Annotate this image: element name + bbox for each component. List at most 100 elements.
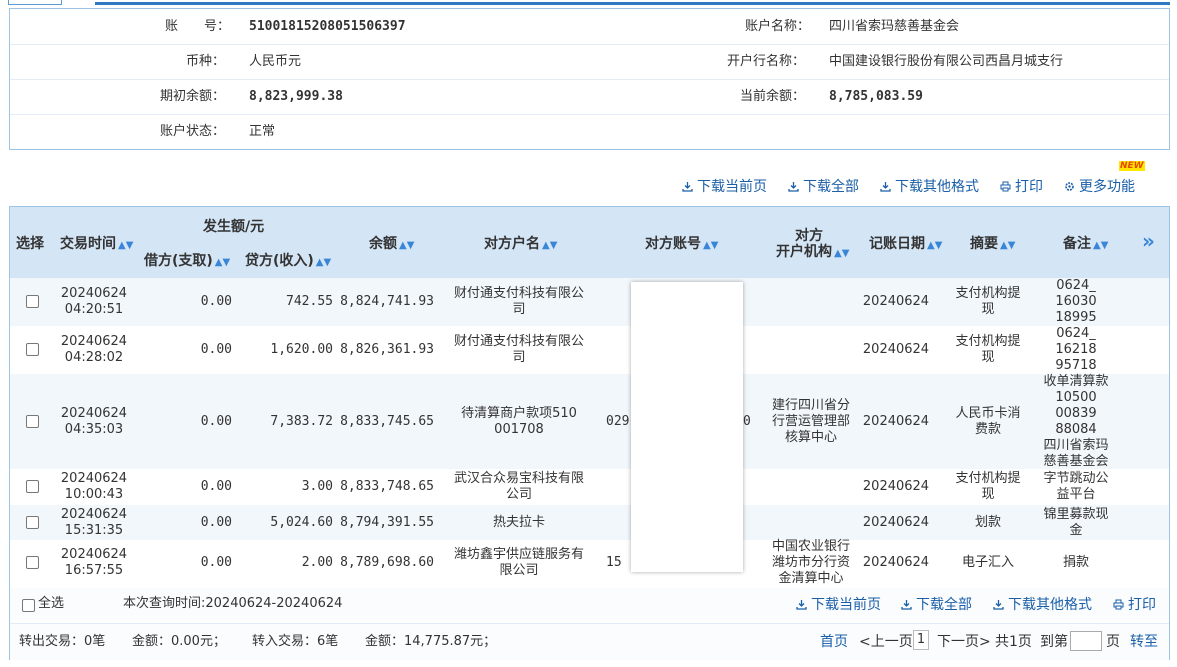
sort-icon: ▲▼	[1093, 240, 1109, 251]
cell-summary-line: 现	[981, 350, 995, 365]
table-row[interactable]: 20240624 10:00:43 0.00 3.00 8,833,748.65 武汉合众…	[10, 469, 1169, 505]
download-page-button[interactable]: 下载当前页	[682, 176, 767, 196]
col-summary-label: 摘要	[970, 236, 998, 252]
row-checkbox[interactable]	[26, 295, 39, 308]
prev-page-link[interactable]: <上一页	[859, 634, 913, 650]
cell-remark-line: 收单清算款	[1043, 374, 1109, 389]
cell-debit: 0.00	[200, 515, 232, 530]
footer-download-other-button[interactable]: 下载其他格式	[993, 594, 1092, 614]
footer-download-page-button[interactable]: 下载当前页	[796, 594, 881, 614]
cell-debit: 0.00	[200, 294, 232, 309]
cell-party-account-tail: 0	[743, 414, 751, 429]
col-remark[interactable]: 备注 ▲▼	[1063, 233, 1108, 253]
table-row[interactable]: 20240624 04:35:03 0.00 7,383.72 8,833,745.65…	[10, 374, 1169, 469]
cell-remark-line: 16030	[1055, 294, 1097, 309]
cell-remark-line: 慈善基金会	[1043, 454, 1109, 469]
col-party-bank[interactable]: 开户机构 ▲▼	[776, 241, 849, 261]
table-row[interactable]: 20240624 15:31:35 0.00 5,024.60 8,794,391.55…	[10, 505, 1169, 540]
account-row-3: 期初余额： 8,823,999.38 当前余额： 8,785,083.59	[10, 79, 1169, 114]
cell-remark-line: 益平台	[1056, 487, 1096, 502]
row-checkbox[interactable]	[26, 480, 39, 493]
sort-icon: ▲▼	[315, 257, 332, 268]
cell-time: 20240624 16:57:55	[50, 547, 138, 579]
table-row[interactable]: 20240624 04:28:02 0.00 1,620.00 8,826,361.93…	[10, 326, 1169, 374]
cell-credit: 742.55	[286, 294, 333, 309]
col-balance[interactable]: 余额 ▲▼	[369, 233, 414, 253]
out-amount-text: 金额：0.00元；	[132, 634, 226, 649]
cell-remark: 锦里募款现金	[1036, 507, 1116, 539]
cell-post-date: 20240624	[862, 414, 930, 429]
col-credit[interactable]: 贷方(收入) ▲▼	[245, 250, 331, 270]
col-post-date[interactable]: 记账日期 ▲▼	[869, 233, 942, 253]
download-all-label: 下载全部	[803, 179, 859, 195]
goto-page-input[interactable]	[1070, 631, 1102, 651]
cell-party-name-line: 公司	[505, 487, 532, 502]
next-page-link[interactable]: 下一页>	[937, 634, 991, 650]
col-time[interactable]: 交易时间 ▲▼	[60, 233, 133, 253]
table-footer-actions: 全选 本次查询时间:20240624-20240624 下载当前页 下载全部 下…	[10, 588, 1169, 620]
col-party-account[interactable]: 对方账号 ▲▼	[645, 233, 718, 253]
account-info-panel: 账 号： 51001815208051506397 账户名称： 四川省索玛慈善基…	[9, 8, 1170, 150]
table-row[interactable]: 20240624 04:20:51 0.00 742.55 8,824,741.93 财付…	[10, 278, 1169, 326]
cell-balance: 8,794,391.55	[340, 515, 434, 530]
row-checkbox[interactable]	[26, 516, 39, 529]
first-page-link[interactable]: 首页	[820, 634, 848, 650]
select-all-checkbox[interactable]	[22, 599, 35, 612]
scroll-right-icon[interactable]: »	[1142, 229, 1155, 253]
row-checkbox[interactable]	[26, 415, 39, 428]
sort-icon: ▲▼	[927, 240, 943, 251]
cell-post-date: 20240624	[862, 294, 930, 309]
col-summary[interactable]: 摘要 ▲▼	[970, 233, 1015, 253]
download-other-button[interactable]: 下载其他格式	[880, 176, 979, 196]
cell-summary: 划款	[944, 515, 1032, 531]
redaction-overlay	[631, 282, 743, 572]
cell-remark-line: 10500	[1055, 390, 1097, 405]
row-checkbox[interactable]	[26, 556, 39, 569]
cell-time-date: 20240624	[60, 286, 128, 301]
footer-download-all-button[interactable]: 下载全部	[901, 594, 972, 614]
cell-summary: 电子汇入	[944, 555, 1032, 571]
cell-post-date: 20240624	[862, 479, 930, 494]
col-balance-label: 余额	[369, 236, 397, 252]
top-tab-strip	[0, 0, 1177, 5]
download-icon	[796, 600, 807, 610]
col-debit-label: 借方(支取)	[144, 253, 213, 269]
cell-party-name-line: 待清算商户款项510	[461, 406, 577, 421]
table-header: 选择 交易时间 ▲▼ 发生额/元 借方(支取) ▲▼ 贷方(收入) ▲▼ 余额 ▲▼ 对…	[10, 207, 1169, 278]
cell-party-bank: 中国农业银行 潍坊市分行资 金清算中心	[762, 539, 860, 587]
cell-remark: 0624_ 16218 95718	[1036, 326, 1116, 374]
download-icon	[682, 182, 693, 192]
currency-value: 人民币元	[249, 54, 302, 69]
download-all-button[interactable]: 下载全部	[788, 176, 859, 196]
cell-post-date: 20240624	[862, 342, 930, 357]
cell-party-name-line: 热夫拉卡	[492, 515, 545, 530]
table-row[interactable]: 20240624 16:57:55 0.00 2.00 8,789,698.60 潍坊鑫宇…	[10, 539, 1169, 587]
cell-time-time: 04:28:02	[64, 350, 124, 365]
footer-print-button[interactable]: 打印	[1113, 594, 1156, 614]
goto-button[interactable]: 转至	[1130, 634, 1158, 650]
download-page-label: 下载当前页	[697, 179, 767, 195]
sort-icon: ▲▼	[214, 257, 231, 268]
active-tab[interactable]	[8, 0, 62, 5]
more-functions-button[interactable]: 更多功能	[1064, 176, 1135, 196]
print-button[interactable]: 打印	[1000, 176, 1043, 196]
cell-time: 20240624 10:00:43	[50, 471, 138, 503]
cell-party-name-line: 司	[512, 302, 526, 317]
cell-balance: 8,833,748.65	[340, 479, 434, 494]
cell-party-bank-line: 建行四川省分	[771, 398, 850, 413]
cell-time: 20240624 04:28:02	[50, 334, 138, 366]
cell-party-name-line: 001708	[494, 422, 544, 437]
cell-time-date: 20240624	[60, 471, 128, 486]
col-post-date-label: 记账日期	[869, 236, 925, 252]
cell-party-name-line: 潍坊鑫宇供应链服务有	[453, 547, 584, 562]
cell-remark-line: 16218	[1055, 342, 1097, 357]
total-pages-text: 共1页	[995, 634, 1032, 650]
cell-balance: 8,826,361.93	[340, 342, 434, 357]
cell-time-time: 10:00:43	[64, 487, 124, 502]
col-party-name[interactable]: 对方户名 ▲▼	[484, 233, 557, 253]
row-checkbox[interactable]	[26, 343, 39, 356]
cell-summary-line: 划款	[974, 515, 1001, 530]
out-count-text: 转出交易：0笔	[19, 634, 106, 649]
col-debit[interactable]: 借方(支取) ▲▼	[144, 250, 230, 270]
cell-summary-line: 支付机构提	[955, 334, 1021, 349]
